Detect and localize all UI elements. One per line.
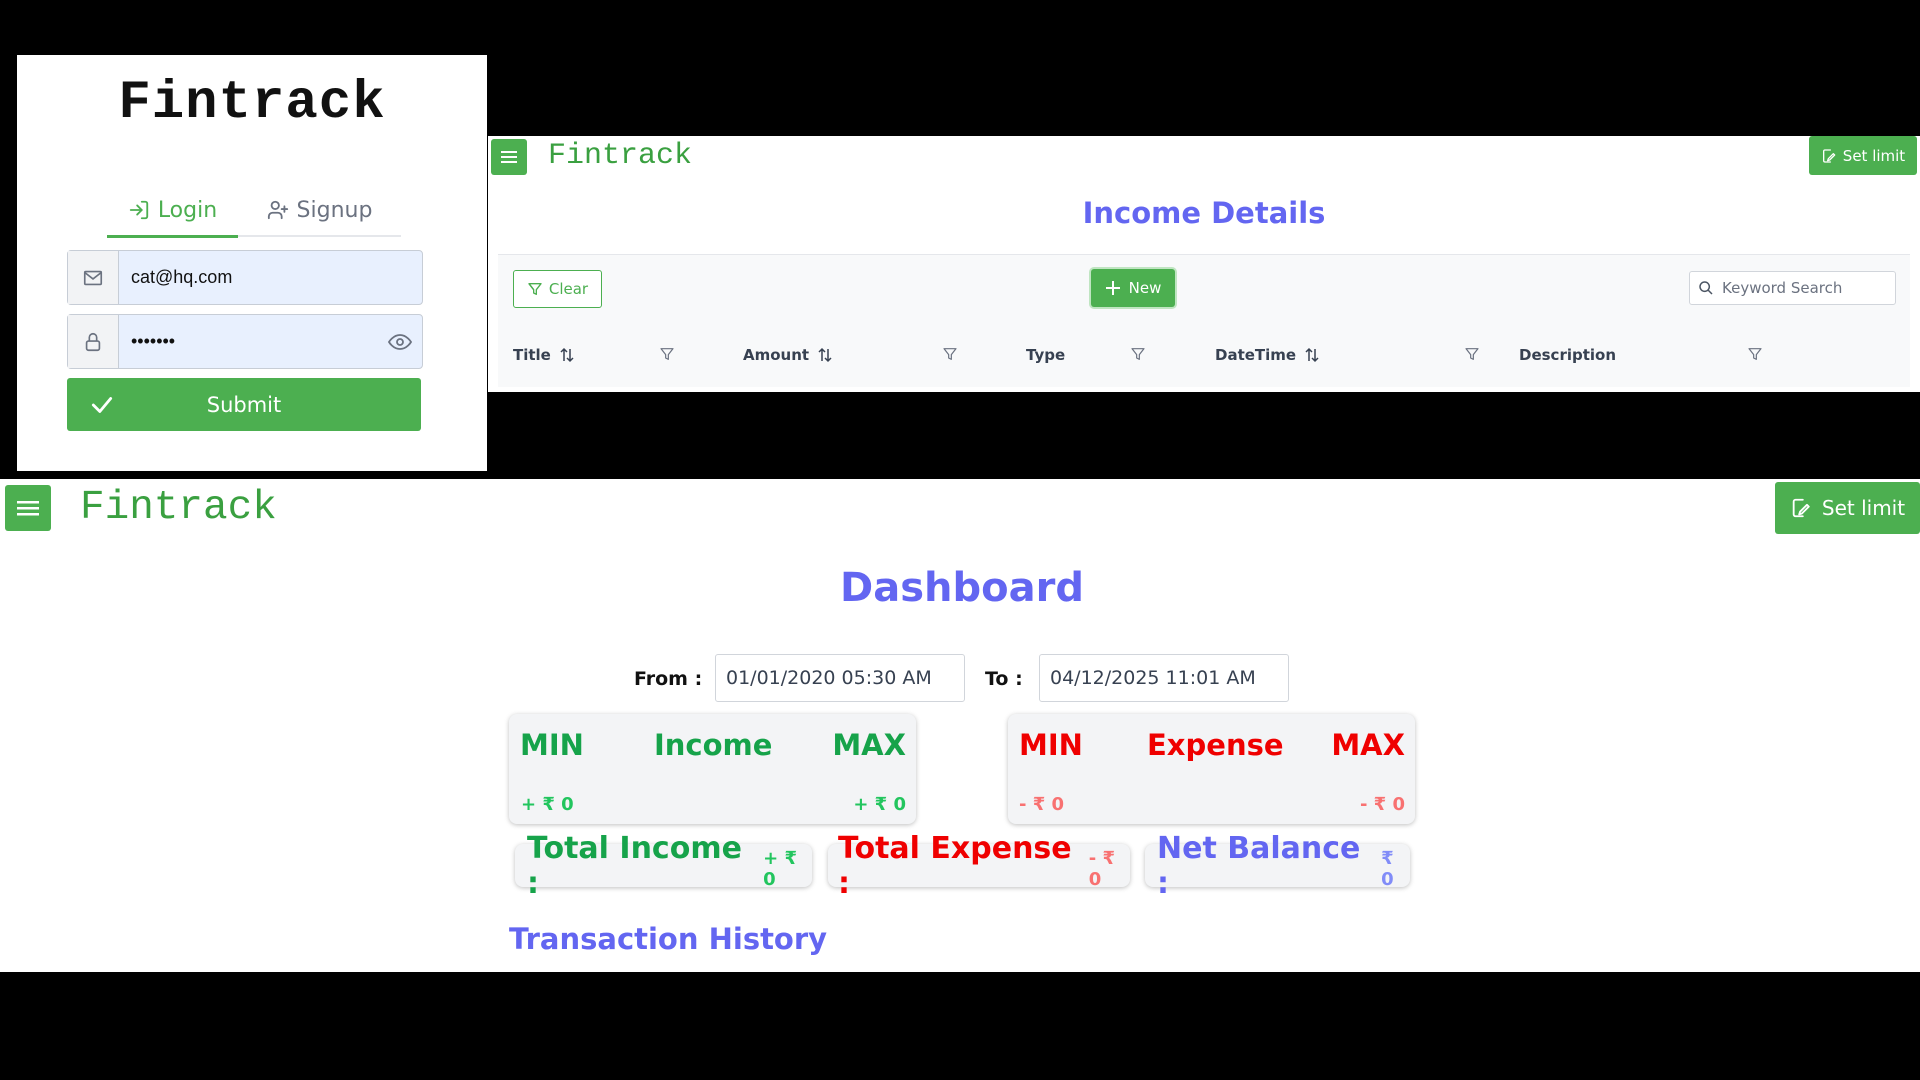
column-type[interactable]: Type (1026, 323, 1065, 387)
password-value[interactable]: ••••••• (119, 315, 378, 368)
lock-icon (68, 315, 119, 368)
total-income-label: Total Income : (527, 830, 742, 901)
set-limit-button[interactable]: Set limit (1809, 136, 1917, 175)
filter-icon[interactable] (659, 345, 675, 363)
tab-signup-label: Signup (296, 197, 373, 223)
sort-icon[interactable] (817, 347, 833, 363)
plus-icon (1105, 280, 1121, 296)
column-description[interactable]: Description (1519, 323, 1616, 387)
password-field[interactable]: ••••••• (67, 314, 423, 369)
total-income-pill: Total Income : + ₹ 0 (515, 831, 812, 901)
filter-icon[interactable] (942, 345, 958, 363)
table-toolbar: Clear New Keyword Search (498, 254, 1910, 324)
login-icon (128, 199, 150, 221)
income-panel: Fintrack Set limit Income Details Clear … (488, 136, 1920, 392)
eye-icon[interactable] (378, 315, 422, 368)
menu-button[interactable] (5, 485, 51, 531)
total-expense-value: - ₹ 0 (1088, 847, 1115, 890)
edit-icon (1790, 497, 1812, 519)
submit-button[interactable]: Submit (67, 378, 421, 431)
set-limit-label: Set limit (1842, 146, 1906, 165)
search-placeholder: Keyword Search (1722, 279, 1843, 297)
expense-max-label: MAX (1331, 728, 1405, 762)
expense-max-value: - ₹ 0 (1359, 794, 1405, 815)
user-plus-icon (267, 199, 289, 221)
app-logo: Fintrack (548, 139, 693, 173)
login-panel: Fintrack Login Signup cat@hq.com ••••••• (17, 55, 487, 471)
column-datetime-label: DateTime (1215, 346, 1297, 364)
filter-icon[interactable] (1747, 345, 1763, 363)
filter-icon[interactable] (1464, 345, 1480, 363)
column-datetime[interactable]: DateTime (1215, 323, 1320, 387)
net-balance-pill: Net Balance : ₹ 0 (1145, 831, 1410, 901)
clear-filters-button[interactable]: Clear (513, 270, 602, 308)
column-amount-label: Amount (743, 346, 810, 364)
sort-icon[interactable] (559, 347, 575, 363)
expense-min-value: - ₹ 0 (1019, 794, 1065, 815)
menu-button[interactable] (491, 139, 527, 175)
total-expense-label: Total Expense : (838, 830, 1072, 901)
keyword-search-input[interactable]: Keyword Search (1689, 271, 1896, 305)
edit-icon (1821, 148, 1837, 164)
income-min-value: + ₹ 0 (521, 794, 574, 815)
new-label: New (1128, 279, 1162, 297)
set-limit-label: Set limit (1821, 496, 1906, 520)
column-title[interactable]: Title (513, 323, 575, 387)
dashboard-panel: Fintrack Set limit Dashboard From : 01/0… (0, 479, 1920, 972)
tab-login-label: Login (157, 197, 218, 223)
income-stats-card: MIN Income MAX + ₹ 0 + ₹ 0 (509, 714, 916, 824)
set-limit-button[interactable]: Set limit (1775, 482, 1920, 534)
filter-icon[interactable] (1130, 345, 1146, 363)
transaction-history-title: Transaction History (509, 922, 828, 956)
submit-label: Submit (206, 392, 282, 417)
app-logo: Fintrack (80, 485, 277, 531)
net-balance-label: Net Balance : (1157, 830, 1361, 901)
income-min-label: MIN (520, 728, 584, 762)
sort-icon[interactable] (1304, 347, 1320, 363)
check-icon (89, 392, 115, 418)
income-card-title: Income (654, 728, 773, 762)
clear-label: Clear (548, 280, 589, 298)
to-label: To : (985, 668, 1023, 690)
total-expense-pill: Total Expense : - ₹ 0 (828, 831, 1130, 901)
email-field[interactable]: cat@hq.com (67, 250, 423, 305)
from-label: From : (634, 668, 703, 690)
column-type-label: Type (1026, 346, 1066, 364)
search-icon (1698, 280, 1714, 296)
mail-icon (68, 251, 119, 304)
table-header: Title Amount Type DateTime Description (498, 323, 1910, 387)
email-value[interactable]: cat@hq.com (119, 251, 422, 304)
to-date-input[interactable]: 04/12/2025 11:01 AM (1039, 654, 1289, 702)
net-balance-value: ₹ 0 (1381, 847, 1394, 890)
column-amount[interactable]: Amount (743, 323, 833, 387)
expense-stats-card: MIN Expense MAX - ₹ 0 - ₹ 0 (1008, 714, 1415, 824)
page-title: Income Details (1082, 196, 1326, 230)
hamburger-icon (17, 499, 39, 517)
expense-min-label: MIN (1019, 728, 1083, 762)
income-max-label: MAX (832, 728, 906, 762)
income-max-value: + ₹ 0 (853, 794, 906, 815)
page-title: Dashboard (840, 565, 1084, 611)
new-button[interactable]: New (1091, 269, 1175, 307)
app-logo: Fintrack (118, 73, 386, 134)
filter-clear-icon (527, 281, 543, 297)
from-date-input[interactable]: 01/01/2020 05:30 AM (715, 654, 965, 702)
expense-card-title: Expense (1147, 728, 1284, 762)
column-description-label: Description (1519, 346, 1617, 364)
total-income-value: + ₹ 0 (763, 847, 798, 890)
tab-signup[interactable]: Signup (238, 185, 401, 237)
column-title-label: Title (513, 346, 551, 364)
tab-login[interactable]: Login (107, 185, 238, 238)
hamburger-icon (501, 150, 517, 164)
